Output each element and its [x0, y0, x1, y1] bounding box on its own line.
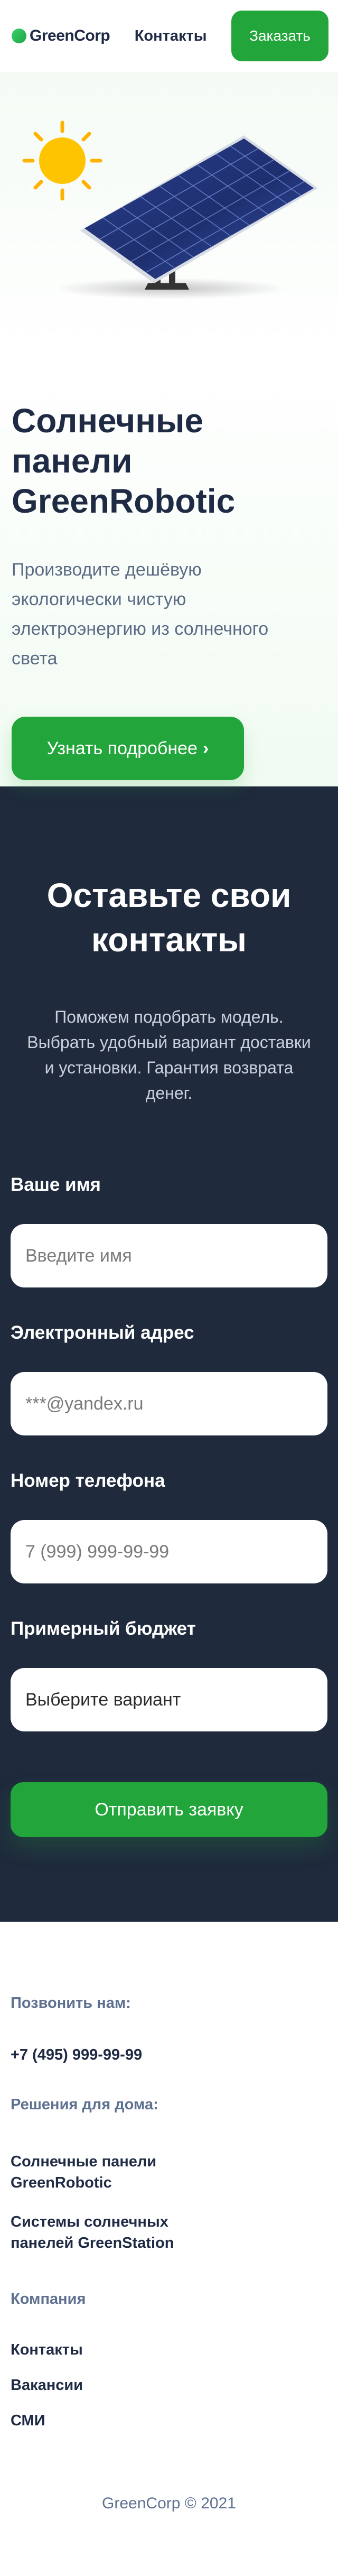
footer-phone-link[interactable]: +7 (495) 999-99-99 — [11, 2044, 327, 2065]
copyright: GreenCorp © 2021 — [102, 2495, 236, 2512]
email-input[interactable] — [25, 1393, 313, 1414]
solar-panel-image — [22, 121, 318, 299]
site-footer: Позвонить нам: +7 (495) 999-99-99 Решени… — [0, 1922, 338, 2576]
order-button[interactable]: Заказать — [231, 11, 328, 61]
footer-link-greenstation[interactable]: Системы солнечных панелей GreenStation — [11, 2211, 222, 2254]
site-header: GreenCorp Контакты Заказать — [0, 0, 338, 72]
logo[interactable]: GreenCorp — [12, 27, 110, 45]
name-label: Ваше имя — [11, 1174, 101, 1195]
contact-form-section: Оставьте свои контакты Поможем подобрать… — [0, 786, 338, 1922]
solar-panel-illustration — [12, 72, 326, 347]
phone-label: Номер телефона — [11, 1470, 165, 1491]
logo-icon — [12, 29, 26, 43]
contact-form: Ваше имя Электронный адрес Номер телефон… — [11, 1171, 327, 1837]
company-heading: Компания — [11, 2291, 86, 2308]
hero-description: Производите дешёвую экологически чистую … — [12, 560, 269, 669]
footer-link-media[interactable]: СМИ — [11, 2410, 327, 2431]
call-heading: Позвонить нам: — [11, 1995, 131, 2012]
chevron-right-icon: › — [202, 738, 209, 758]
hero-title: Солнечные панели GreenRobotic — [12, 402, 236, 520]
solar-panel-icon — [80, 135, 318, 283]
budget-select-value: Выберите вариант — [25, 1689, 181, 1710]
footer-link-greenrobotic[interactable]: Солнечные панели GreenRobotic — [11, 2151, 201, 2193]
email-label: Электронный адрес — [11, 1322, 194, 1343]
budget-label: Примерный бюджет — [11, 1618, 196, 1639]
footer-link-contacts[interactable]: Контакты — [11, 2339, 327, 2360]
learn-more-button[interactable]: Узнать подробнее › — [12, 717, 244, 780]
logo-text: GreenCorp — [30, 27, 110, 44]
name-input[interactable] — [25, 1245, 313, 1266]
email-field-wrapper — [11, 1372, 327, 1435]
home-solutions-heading: Решения для дома: — [11, 2096, 158, 2113]
name-field-wrapper — [11, 1224, 327, 1287]
footer-link-vacancies[interactable]: Вакансии — [11, 2375, 327, 2396]
form-title: Оставьте свои контакты — [46, 876, 292, 959]
phone-field-wrapper — [11, 1520, 327, 1583]
budget-select[interactable]: Выберите вариант — [11, 1668, 327, 1731]
submit-button[interactable]: Отправить заявку — [11, 1782, 327, 1837]
nav-contacts-link[interactable]: Контакты — [135, 27, 207, 45]
hero-section: Солнечные панели GreenRobotic Производит… — [0, 72, 338, 786]
learn-more-label: Узнать подробнее — [46, 738, 198, 758]
phone-input[interactable] — [25, 1541, 313, 1562]
sun-icon — [22, 121, 102, 201]
form-subtitle: Поможем подобрать модель. Выбрать удобны… — [27, 1007, 311, 1102]
